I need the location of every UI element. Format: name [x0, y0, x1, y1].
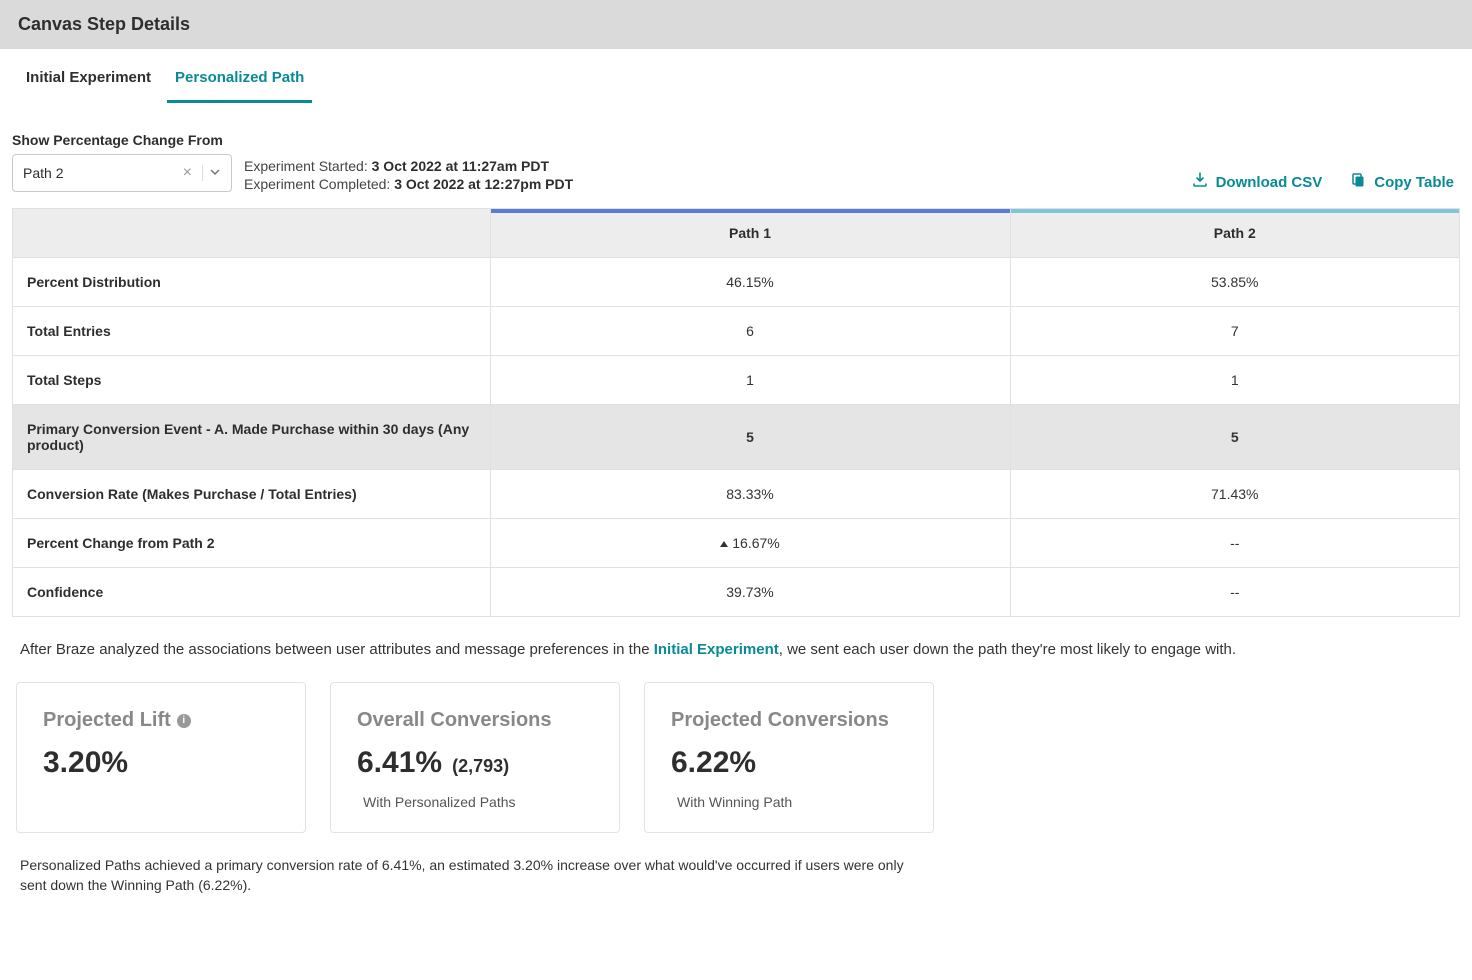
copy-table-button[interactable]: Copy Table [1350, 172, 1454, 192]
table-row: Confidence 39.73% -- [13, 568, 1460, 617]
experiment-info: Experiment Started: 3 Oct 2022 at 11:27a… [244, 158, 573, 192]
initial-experiment-link[interactable]: Initial Experiment [654, 641, 779, 658]
overall-conversions-count: (2,793) [452, 756, 509, 777]
controls-row: Show Percentage Change From Path 2 × Exp… [0, 132, 1472, 200]
projected-lift-card: Projected Lift i 3.20% [16, 682, 306, 833]
completed-value: 3 Oct 2022 at 12:27pm PDT [394, 176, 573, 192]
table-header-path2: Path 2 [1010, 209, 1460, 258]
table-row-primary-conversion: Primary Conversion Event - A. Made Purch… [13, 405, 1460, 470]
projected-conversions-value: 6.22% [671, 746, 907, 780]
clear-icon[interactable]: × [177, 164, 198, 182]
overall-conversions-card: Overall Conversions 6.41% (2,793) With P… [330, 682, 620, 833]
overall-conversions-value: 6.41% [357, 746, 442, 780]
projected-conversions-caption: With Winning Path [671, 794, 907, 810]
table-row: Conversion Rate (Makes Purchase / Total … [13, 470, 1460, 519]
footnote-text: Personalized Paths achieved a primary co… [0, 855, 940, 896]
analysis-text: After Braze analyzed the associations be… [0, 641, 1472, 658]
results-table: Path 1 Path 2 Percent Distribution 46.15… [12, 208, 1460, 617]
table-header-metric [13, 209, 491, 258]
chevron-down-icon[interactable] [202, 165, 221, 181]
tab-personalized-path[interactable]: Personalized Path [167, 49, 312, 103]
page-title: Canvas Step Details [0, 0, 1472, 49]
tab-initial-experiment[interactable]: Initial Experiment [18, 49, 159, 103]
table-header-path1: Path 1 [490, 209, 1010, 258]
table-row: Percent Distribution 46.15% 53.85% [13, 258, 1460, 307]
stat-cards: Projected Lift i 3.20% Overall Conversio… [0, 682, 1472, 833]
copy-icon [1350, 172, 1366, 192]
overall-conversions-caption: With Personalized Paths [357, 794, 593, 810]
started-value: 3 Oct 2022 at 11:27am PDT [372, 158, 549, 174]
info-icon[interactable]: i [177, 714, 191, 728]
table-row: Total Entries 6 7 [13, 307, 1460, 356]
download-icon [1192, 172, 1208, 192]
completed-label: Experiment Completed: [244, 176, 394, 192]
projected-conversions-card: Projected Conversions 6.22% With Winning… [644, 682, 934, 833]
table-row: Percent Change from Path 2 16.67% -- [13, 519, 1460, 568]
table-row: Total Steps 1 1 [13, 356, 1460, 405]
select-value: Path 2 [23, 165, 177, 181]
tabs: Initial Experiment Personalized Path [0, 49, 1472, 104]
baseline-path-select[interactable]: Path 2 × [12, 154, 232, 192]
select-label: Show Percentage Change From [12, 132, 232, 148]
projected-lift-value: 3.20% [43, 746, 279, 780]
caret-up-icon [720, 541, 728, 547]
started-label: Experiment Started: [244, 158, 372, 174]
download-csv-button[interactable]: Download CSV [1192, 172, 1323, 192]
